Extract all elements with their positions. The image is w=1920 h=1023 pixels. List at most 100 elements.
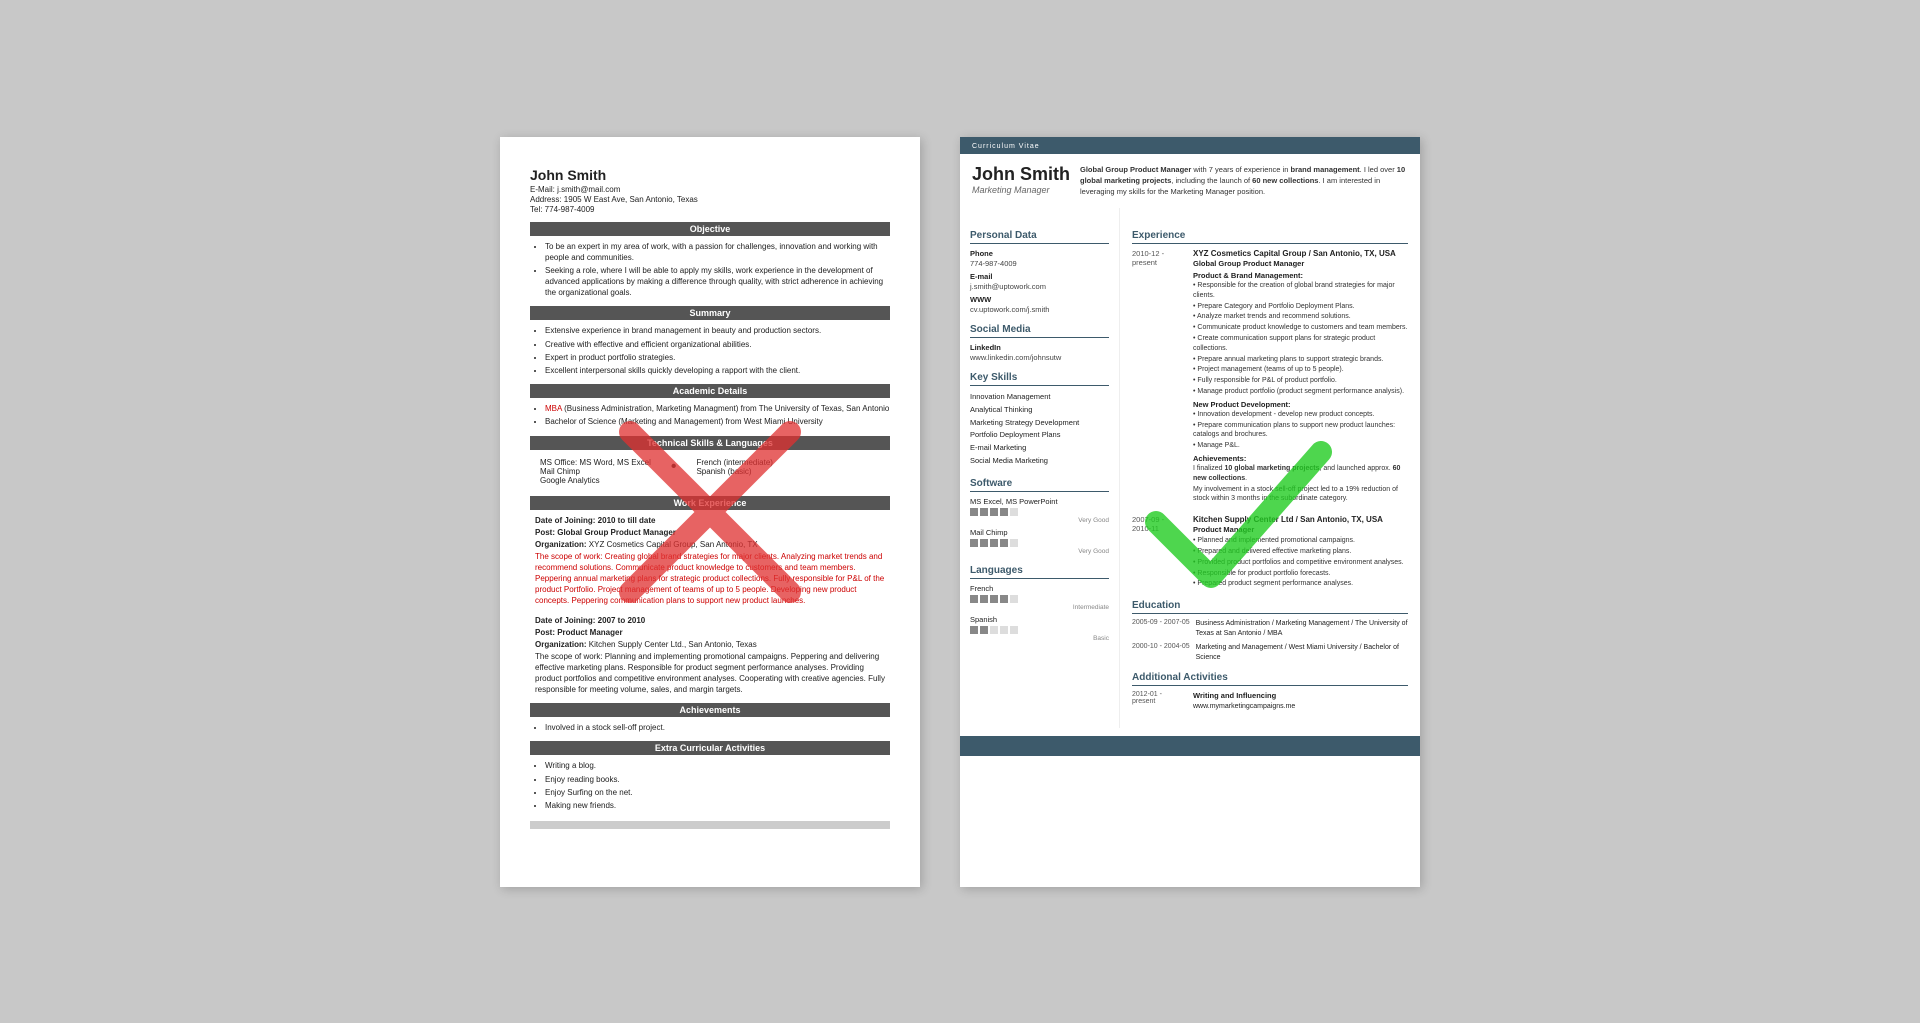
dot (980, 595, 988, 603)
achievements-label: Achievements: (1193, 454, 1408, 463)
education-title: Education (1132, 600, 1408, 614)
left-name: John Smith (530, 167, 890, 183)
edu-text-2: Marketing and Management / West Miami Un… (1196, 643, 1408, 663)
dot (1000, 508, 1008, 516)
right-summary: Global Group Product Manager with 7 year… (1080, 164, 1408, 204)
bullet-item: Communicate product knowledge to custome… (1193, 323, 1408, 333)
right-name-block: John Smith Marketing Manager (972, 164, 1070, 204)
additional-item-1: 2012-01 - present Writing and Influencin… (1132, 691, 1408, 711)
left-technical-header: Technical Skills & Languages (530, 436, 890, 450)
mba-text: MBA (545, 404, 562, 413)
dot-empty (990, 626, 998, 634)
software-dots-2 (970, 539, 1109, 547)
left-work-block-1: Date of Joining: 2010 to till date Post:… (530, 515, 890, 607)
exp-job-2: 2007-09 - 2010-11 Kitchen Supply Center … (1132, 515, 1408, 590)
dot (1000, 595, 1008, 603)
list-item: Writing a blog. (545, 760, 890, 771)
exp-date-2: 2007-09 - 2010-11 (1132, 515, 1187, 590)
work1-date: Date of Joining: 2010 to till date (535, 516, 655, 525)
new-product-bullets: Innovation development - develop new pro… (1193, 410, 1408, 451)
bullet-item: Manage product portfolio (product segmen… (1193, 387, 1408, 397)
exp-content-1: XYZ Cosmetics Capital Group / San Antoni… (1193, 249, 1408, 505)
www-label: WWW (970, 295, 1109, 304)
exp-role-1: Global Group Product Manager (1193, 259, 1408, 268)
lang-name-2: Spanish (970, 615, 1109, 624)
skill-item: Marketing Strategy Development (970, 417, 1109, 430)
right-name: John Smith (972, 164, 1070, 186)
key-skills-list: Innovation Management Analytical Thinkin… (970, 391, 1109, 468)
list-item: Enjoy Surfing on the net. (545, 787, 890, 798)
dot (970, 595, 978, 603)
list-item: Expert in product portfolio strategies. (545, 352, 890, 363)
software-item-1: MS Excel, MS PowerPoint Very Good (970, 497, 1109, 524)
exp-bullets-1: Responsible for the creation of global b… (1193, 281, 1408, 397)
skill-item: Portfolio Deployment Plans (970, 429, 1109, 442)
dot (980, 626, 988, 634)
skill-item: French (intermediate) (696, 458, 772, 467)
dot (970, 626, 978, 634)
exp-date-start: 2010-12 - (1132, 249, 1187, 258)
left-objective-list: To be an expert in my area of work, with… (530, 241, 890, 299)
mba-detail: (Business Administration, Marketing Mana… (564, 404, 889, 413)
bullet-item: Planned and implemented promotional camp… (1193, 536, 1408, 546)
additional-url: www.mymarketingcampaigns.me (1193, 702, 1408, 712)
right-title: Marketing Manager (972, 185, 1070, 195)
edu-date-2: 2000-10 - 2004-05 (1132, 643, 1190, 663)
bullet-item: Prepare communication plans to support n… (1193, 421, 1408, 441)
bullet-item: Analyze market trends and recommend solu… (1193, 312, 1408, 322)
left-extra-header: Extra Curricular Activities (530, 741, 890, 755)
work1-post: Post: Global Group Product Manager (535, 528, 676, 537)
skill-item: Social Media Marketing (970, 455, 1109, 468)
bullet-item: Prepared and delivered effective marketi… (1193, 547, 1408, 557)
software-level-1: Very Good (970, 517, 1109, 524)
skills-bullet: • (671, 458, 677, 485)
product-brand-label: Product & Brand Management: (1193, 271, 1408, 280)
dot-empty (1010, 626, 1018, 634)
exp-bullets-2: Planned and implemented promotional camp… (1193, 536, 1408, 589)
linkedin-label: LinkedIn (970, 343, 1109, 352)
bullet-item: Responsible for product portfolio foreca… (1193, 569, 1408, 579)
skills-container: MS Office: MS Word, MS Excel Mail Chimp … (530, 455, 890, 488)
work2-org-val: Kitchen Supply Center Ltd., San Antonio,… (589, 640, 757, 649)
name-summary-row: John Smith Marketing Manager Global Grou… (960, 154, 1420, 209)
exp-date-start-2: 2007-09 - (1132, 515, 1187, 524)
left-objective-header: Objective (530, 222, 890, 236)
achievements-text-1: I finalized 10 global marketing projects… (1193, 464, 1408, 484)
bullet-item: Prepare Category and Portfolio Deploymen… (1193, 302, 1408, 312)
skills-left-col: MS Office: MS Word, MS Excel Mail Chimp … (540, 458, 651, 485)
right-column: Experience 2010-12 - present XYZ Cosmeti… (1120, 208, 1420, 728)
email-val: j.smith@uptowork.com (970, 282, 1109, 291)
dot-empty (1010, 539, 1018, 547)
cv-top-bar: Curriculum Vitae (960, 137, 1420, 154)
left-work-header: Work Experience (530, 496, 890, 510)
skill-item: Spanish (basic) (696, 467, 772, 476)
work1-org: Organization: (535, 540, 589, 549)
dot (1000, 539, 1008, 547)
exp-role-2: Product Manager (1193, 525, 1408, 534)
resume-good: Curriculum Vitae John Smith Marketing Ma… (960, 137, 1420, 887)
bullet-item: Innovation development - develop new pro… (1193, 410, 1408, 420)
list-item: Excellent interpersonal skills quickly d… (545, 365, 890, 376)
main-layout: Personal Data Phone 774-987-4009 E-mail … (960, 208, 1420, 728)
list-item: Extensive experience in brand management… (545, 325, 890, 336)
exp-company-2: Kitchen Supply Center Ltd / San Antonio,… (1193, 515, 1408, 524)
bullet-item: Provided product portfolios and competit… (1193, 558, 1408, 568)
edu-text-1: Business Administration / Marketing Mana… (1196, 619, 1408, 639)
bullet-item: Project management (teams of up to 5 peo… (1193, 365, 1408, 375)
left-footer-bar (530, 821, 890, 829)
lang-dots-2 (970, 626, 1109, 634)
experience-title: Experience (1132, 230, 1408, 244)
dot (970, 539, 978, 547)
skill-item: E-mail Marketing (970, 442, 1109, 455)
list-item: To be an expert in my area of work, with… (545, 241, 890, 263)
lang-dots-1 (970, 595, 1109, 603)
skill-item: Innovation Management (970, 391, 1109, 404)
dot-empty (1010, 508, 1018, 516)
list-item: Bachelor of Science (Marketing and Manag… (545, 416, 890, 427)
exp-row-1: 2010-12 - present XYZ Cosmetics Capital … (1132, 249, 1408, 505)
software-name-2: Mail Chimp (970, 528, 1109, 537)
additional-content-1: Writing and Influencing www.mymarketingc… (1193, 691, 1408, 711)
additional-title: Additional Activities (1132, 672, 1408, 686)
edu-date-1: 2005-09 - 2007-05 (1132, 619, 1190, 639)
lang-level-2: Basic (970, 635, 1109, 642)
